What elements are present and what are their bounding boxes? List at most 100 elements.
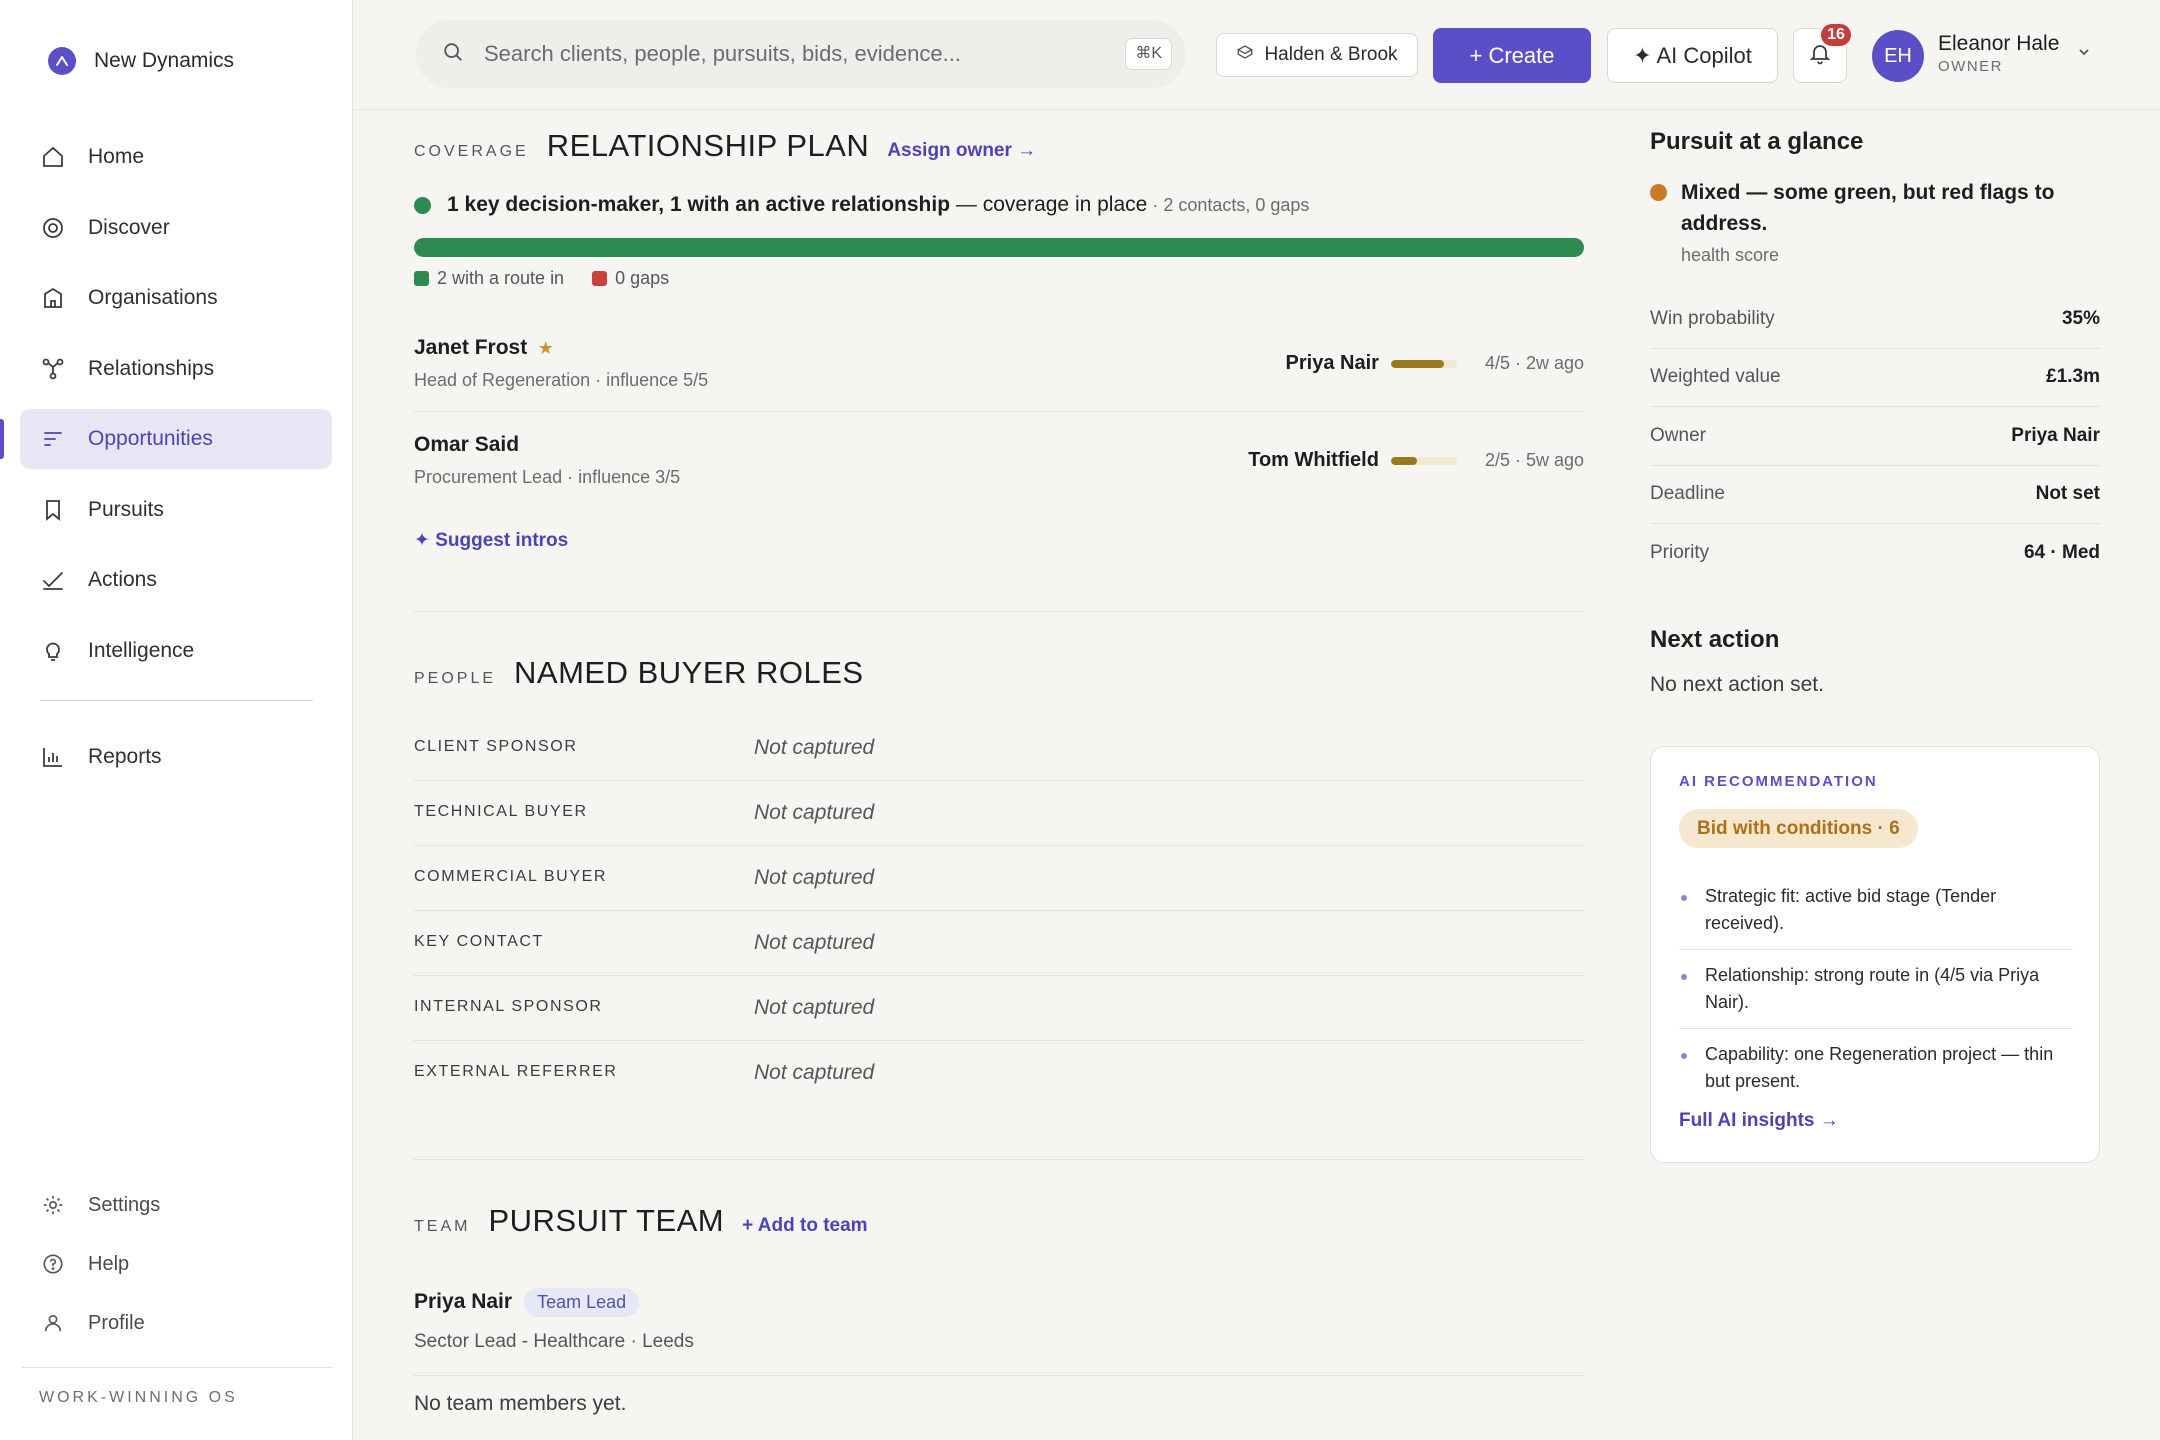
- full-ai-insights-link[interactable]: Full AI insights →: [1679, 1110, 1839, 1132]
- role-name: COMMERCIAL BUYER: [414, 868, 608, 885]
- search-icon: [442, 41, 464, 68]
- nav-label: Reports: [88, 745, 162, 768]
- nav-item-relationships[interactable]: Relationships: [20, 339, 332, 399]
- contact-route: Priya Nair 4/5 · 2w ago: [1286, 352, 1584, 375]
- coverage-summary: 1 key decision-maker, 1 with an active r…: [414, 193, 1309, 217]
- user-name[interactable]: Eleanor Hale: [1938, 32, 2059, 56]
- user-avatar[interactable]: EH: [1872, 30, 1924, 82]
- chart-icon: [40, 744, 66, 770]
- contact-row[interactable]: Omar Said Procurement Lead · influence 3…: [414, 433, 1584, 488]
- next-action-title: Next action: [1650, 626, 1780, 653]
- create-button[interactable]: + Create: [1433, 28, 1591, 83]
- section-eyebrow: TEAM: [414, 1218, 471, 1235]
- metric-row: Weighted value £1.3m: [1650, 349, 2100, 407]
- assign-owner-link[interactable]: Assign owner →: [887, 140, 1036, 162]
- bottom-nav: Settings Help Profile: [20, 1180, 332, 1357]
- buyer-roles-header: PEOPLE NAMED BUYER ROLES: [414, 655, 864, 691]
- coverage-summary-bold: 1 key decision-maker, 1 with an active r…: [447, 193, 951, 216]
- nav-label: Pursuits: [88, 497, 164, 521]
- buyer-role-row[interactable]: EXTERNAL REFERRER Not captured: [414, 1041, 1584, 1106]
- row-divider: [414, 1375, 1584, 1376]
- next-action-text: No next action set.: [1650, 673, 1824, 696]
- user-role: OWNER: [1938, 58, 2003, 75]
- member-details: Sector Lead - Healthcare · Leeds: [414, 1331, 694, 1352]
- metric-value: £1.3m: [2046, 366, 2100, 388]
- add-to-team-link[interactable]: + Add to team: [742, 1215, 867, 1237]
- pursuit-team-header: TEAM PURSUIT TEAM + Add to team: [414, 1203, 868, 1239]
- topbar: ⌘K Halden & Brook + Create ✦ AI Copilot …: [354, 0, 2160, 110]
- nav-divider: [40, 700, 313, 701]
- contact-row[interactable]: Janet Frost ★ Head of Regeneration · inf…: [414, 336, 1584, 391]
- contact-name[interactable]: Omar Said: [414, 433, 519, 456]
- star-icon: ★: [537, 338, 554, 358]
- chevron-down-icon[interactable]: [2076, 44, 2092, 65]
- nav-label: Profile: [88, 1311, 145, 1334]
- section-title: RELATIONSHIP PLAN: [546, 128, 870, 163]
- section-eyebrow: COVERAGE: [414, 143, 529, 160]
- metric-row: Owner Priya Nair: [1650, 407, 2100, 466]
- section-title: NAMED BUYER ROLES: [514, 655, 864, 690]
- row-divider: [414, 411, 1584, 412]
- nav-item-actions[interactable]: Actions: [20, 550, 332, 610]
- health-label: health score: [1681, 245, 1780, 265]
- nav-item-pursuits[interactable]: Pursuits: [20, 480, 332, 540]
- buyer-role-row[interactable]: COMMERCIAL BUYER Not captured: [414, 846, 1584, 911]
- member-name: Priya Nair: [414, 1290, 513, 1313]
- brand[interactable]: New Dynamics: [48, 47, 234, 75]
- role-value: Not captured: [754, 1061, 875, 1084]
- buyer-role-row[interactable]: CLIENT SPONSOR Not captured: [414, 716, 1584, 781]
- org-icon: [1236, 43, 1254, 67]
- nav-item-profile[interactable]: Profile: [20, 1298, 332, 1348]
- role-value: Not captured: [754, 996, 875, 1019]
- network-icon: [40, 356, 66, 382]
- strength-bar: [1390, 456, 1457, 465]
- route-meta: 2/5 · 5w ago: [1484, 450, 1584, 470]
- coverage-status-dot: [414, 196, 431, 214]
- metric-label: Win probability: [1650, 307, 1775, 329]
- nav-item-settings[interactable]: Settings: [20, 1180, 332, 1230]
- nav-label: Discover: [88, 215, 170, 239]
- bulb-icon: [40, 638, 66, 664]
- contact-name[interactable]: Janet Frost: [414, 336, 527, 359]
- sidebar: New Dynamics Home Discover Organisations…: [0, 0, 353, 1440]
- nav-item-discover[interactable]: Discover: [20, 198, 332, 258]
- bookmark-icon: [40, 497, 66, 523]
- strength-bar: [1390, 359, 1457, 368]
- contact-route: Tom Whitfield 2/5 · 5w ago: [1248, 449, 1584, 472]
- coverage-summary-text: — coverage in place: [950, 193, 1148, 216]
- metric-row: Priority 64 · Med: [1650, 524, 2100, 583]
- global-search[interactable]: ⌘K: [416, 20, 1186, 88]
- route-via: Priya Nair: [1285, 352, 1379, 374]
- role-value: Not captured: [754, 736, 875, 759]
- org-name: Halden & Brook: [1264, 44, 1398, 65]
- legend-route-in: 2 with a route in: [414, 268, 564, 289]
- ai-copilot-button[interactable]: ✦ AI Copilot: [1607, 28, 1778, 83]
- nav-item-reports[interactable]: Reports: [20, 727, 332, 787]
- search-shortcut: ⌘K: [1125, 38, 1172, 70]
- nav-item-opportunities[interactable]: Opportunities: [0, 409, 332, 469]
- metric-label: Deadline: [1650, 483, 1725, 505]
- team-member-row[interactable]: Priya Nair Team Lead Sector Lead - Health…: [414, 1288, 694, 1353]
- health-summary: Mixed — some green, but red flags to add…: [1681, 181, 2055, 235]
- buyer-role-row[interactable]: TECHNICAL BUYER Not captured: [414, 781, 1584, 846]
- nav-item-help[interactable]: Help: [20, 1239, 332, 1289]
- buyer-role-row[interactable]: KEY CONTACT Not captured: [414, 911, 1584, 976]
- coverage-legend: 2 with a route in 0 gaps: [414, 268, 669, 289]
- suggest-intros-button[interactable]: ✦ Suggest intros: [414, 529, 568, 552]
- list-item: Capability: one Regeneration project — t…: [1679, 1029, 2073, 1107]
- buyer-role-row[interactable]: INTERNAL SPONSOR Not captured: [414, 976, 1584, 1041]
- nav-item-organisations[interactable]: Organisations: [20, 268, 332, 328]
- role-value: Not captured: [754, 801, 875, 824]
- nav-label: Intelligence: [88, 638, 195, 662]
- nav-item-intelligence[interactable]: Intelligence: [20, 621, 332, 681]
- metric-value[interactable]: Priya Nair: [2011, 425, 2100, 447]
- health-status-dot: [1650, 184, 1667, 201]
- search-input[interactable]: [484, 41, 1124, 67]
- org-switcher-button[interactable]: Halden & Brook: [1216, 33, 1418, 77]
- section-divider: [414, 1159, 1584, 1160]
- nav-item-home[interactable]: Home: [20, 127, 332, 187]
- member-role-badge: Team Lead: [524, 1288, 640, 1317]
- metric-label: Owner: [1650, 424, 1706, 446]
- metric-label: Priority: [1650, 542, 1710, 564]
- coverage-summary-meta: · 2 contacts, 0 gaps: [1147, 194, 1310, 215]
